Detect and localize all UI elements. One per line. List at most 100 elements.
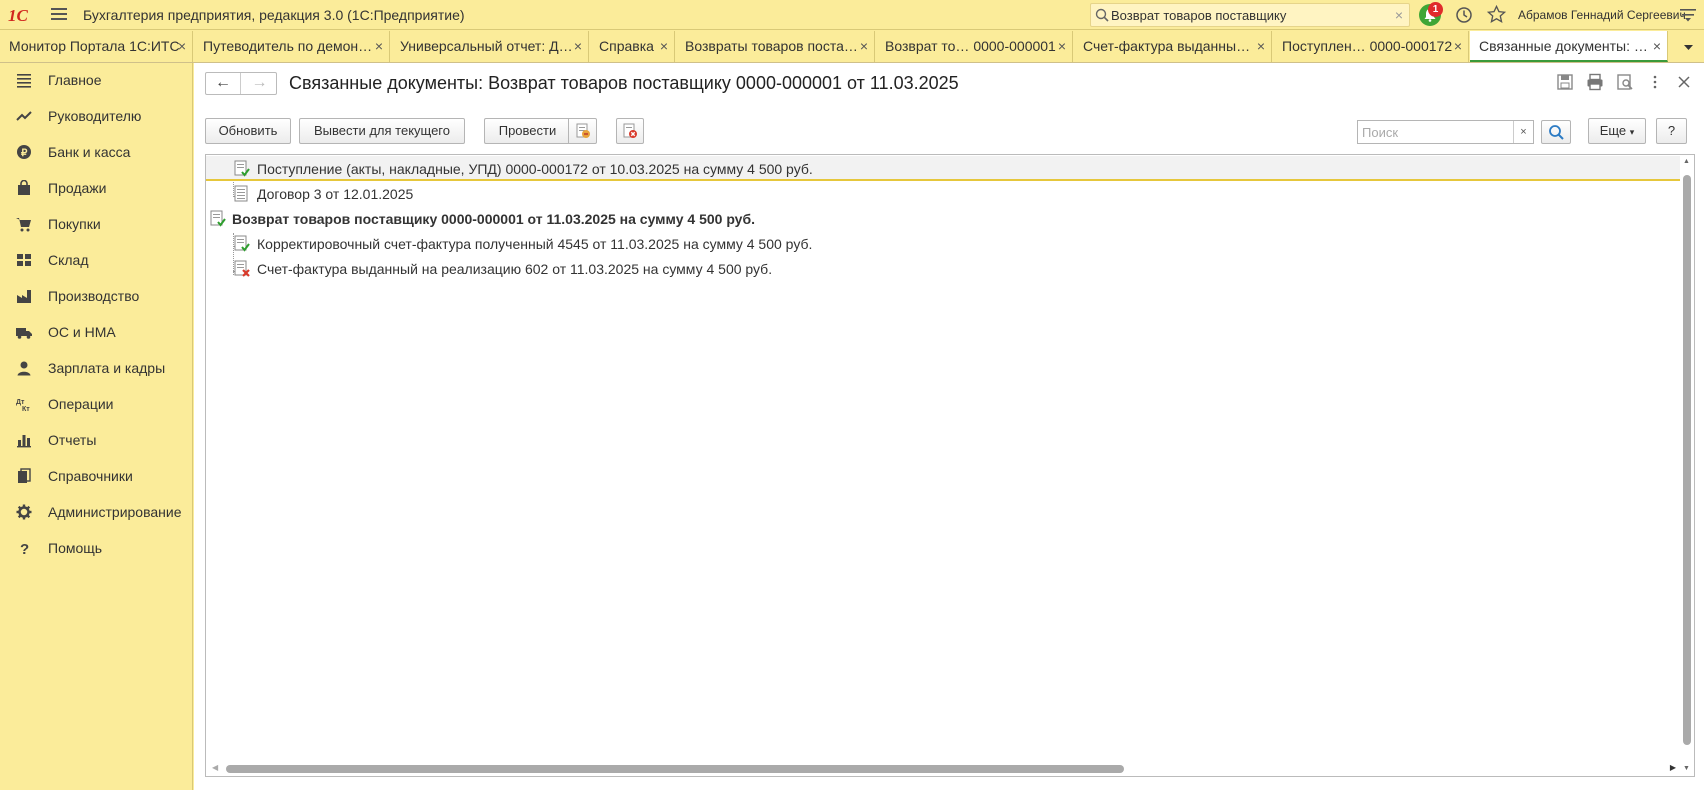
scroll-left-icon[interactable]: ◀ bbox=[212, 763, 218, 772]
sidebar-item-label: Главное bbox=[48, 72, 102, 88]
gear-icon bbox=[16, 504, 32, 520]
related-documents-tree[interactable]: Поступление (акты, накладные, УПД) 0000-… bbox=[205, 154, 1695, 777]
tab-invoice-issued[interactable]: Счет-фактура выданны… × bbox=[1074, 31, 1272, 62]
save-icon[interactable] bbox=[1556, 73, 1574, 91]
sidebar-item-payroll[interactable]: Зарплата и кадры bbox=[0, 351, 193, 385]
tree-row[interactable]: Договор 3 от 12.01.2025 bbox=[206, 181, 1680, 206]
sidebar-item-label: Продажи bbox=[48, 180, 107, 196]
sidebar-item-bank[interactable]: ₽ Банк и касса bbox=[0, 135, 193, 169]
books-icon bbox=[18, 468, 31, 483]
tab-label: Универсальный отчет: Д… bbox=[400, 38, 573, 54]
tab-portal-monitor[interactable]: Монитор Портала 1С:ИТС × bbox=[0, 31, 193, 62]
tab-label: Возвраты товаров поста… bbox=[685, 38, 858, 54]
unpost-button[interactable] bbox=[568, 118, 597, 144]
sidebar-item-help[interactable]: ? Помощь bbox=[0, 531, 193, 565]
factory-icon bbox=[17, 290, 31, 303]
tab-returns-list[interactable]: Возвраты товаров поста… × bbox=[676, 31, 875, 62]
close-icon[interactable]: × bbox=[1058, 38, 1066, 54]
tree-row[interactable]: Счет-фактура выданный на реализацию 602 … bbox=[206, 256, 1680, 281]
close-form-icon[interactable] bbox=[1675, 73, 1693, 91]
scroll-thumb[interactable] bbox=[226, 765, 1124, 773]
tab-help[interactable]: Справка × bbox=[590, 31, 675, 62]
sidebar-item-label: ОС и НМА bbox=[48, 324, 116, 340]
help-button[interactable]: ? bbox=[1656, 118, 1687, 144]
close-icon[interactable]: × bbox=[660, 38, 668, 54]
close-icon[interactable]: × bbox=[1454, 38, 1462, 54]
back-arrow-icon[interactable]: ← bbox=[206, 73, 241, 94]
forward-arrow-icon[interactable]: → bbox=[242, 73, 277, 94]
svg-text:Кт: Кт bbox=[22, 406, 30, 412]
close-icon[interactable]: × bbox=[860, 38, 868, 54]
sidebar-item-admin[interactable]: Администрирование bbox=[0, 495, 193, 529]
close-icon[interactable]: × bbox=[375, 38, 383, 54]
tab-return-doc[interactable]: Возврат то… 0000-000001 × bbox=[876, 31, 1073, 62]
more-vertical-icon[interactable] bbox=[1646, 73, 1664, 91]
tree-row[interactable]: Корректировочный счет-фактура полученный… bbox=[206, 231, 1680, 256]
preview-icon[interactable] bbox=[1616, 73, 1634, 91]
sidebar-item-sales[interactable]: Продажи bbox=[0, 171, 193, 205]
sidebar-item-fixed-assets[interactable]: ОС и НМА bbox=[0, 315, 193, 349]
sidebar-item-warehouse[interactable]: Склад bbox=[0, 243, 193, 277]
post-button[interactable]: Провести bbox=[484, 118, 570, 144]
main-menu-icon[interactable] bbox=[51, 8, 67, 22]
sidebar-item-catalogs[interactable]: Справочники bbox=[0, 459, 193, 493]
menu-lines-icon bbox=[17, 74, 31, 88]
scroll-right-icon[interactable]: ▶ bbox=[1670, 763, 1676, 772]
sidebar-item-label: Склад bbox=[48, 252, 89, 268]
chevron-down-icon: ▾ bbox=[1629, 127, 1635, 137]
sidebar-item-main[interactable]: Главное bbox=[0, 63, 193, 97]
refresh-button[interactable]: Обновить bbox=[205, 118, 291, 144]
tab-label: Поступлен… 0000-000172 bbox=[1282, 38, 1453, 54]
document-delete-icon bbox=[623, 123, 637, 138]
tree-row[interactable]: Поступление (акты, накладные, УПД) 0000-… bbox=[206, 156, 1680, 181]
print-icon[interactable] bbox=[1586, 73, 1604, 91]
settings-menu-icon[interactable] bbox=[1680, 8, 1696, 22]
search-input[interactable]: Поиск × bbox=[1357, 120, 1534, 144]
close-icon[interactable]: × bbox=[1257, 38, 1265, 54]
tab-label: Возврат то… 0000-000001 bbox=[885, 38, 1056, 54]
scroll-up-icon[interactable]: ▲ bbox=[1683, 158, 1690, 165]
global-search-value: Возврат товаров поставщику bbox=[1111, 8, 1287, 23]
tab-universal-report[interactable]: Универсальный отчет: Д… × bbox=[391, 31, 589, 62]
search-options-button[interactable] bbox=[1541, 120, 1571, 144]
sidebar-item-production[interactable]: Производство bbox=[0, 279, 193, 313]
bag-icon bbox=[18, 180, 30, 195]
clear-search-button[interactable]: × bbox=[1513, 121, 1533, 143]
close-icon[interactable]: × bbox=[574, 38, 582, 54]
show-for-current-button[interactable]: Вывести для текущего bbox=[299, 118, 465, 144]
sections-sidebar: Главное Руководителю ₽ Банк и касса Прод… bbox=[0, 63, 193, 790]
coin-icon: ₽ bbox=[17, 145, 31, 159]
more-actions-button[interactable]: Еще ▾ bbox=[1588, 118, 1646, 144]
vertical-scrollbar[interactable]: ▲ ▼ bbox=[1680, 155, 1694, 776]
tab-demo-guide[interactable]: Путеводитель по демон… × bbox=[194, 31, 390, 62]
clear-search-icon[interactable]: × bbox=[1395, 7, 1403, 23]
sidebar-item-operations[interactable]: Дт Кт Операции bbox=[0, 387, 193, 421]
tab-receipt-doc[interactable]: Поступлен… 0000-000172 × bbox=[1273, 31, 1469, 62]
app-logo[interactable]: 1С bbox=[8, 6, 40, 25]
sidebar-item-label: Банк и касса bbox=[48, 144, 131, 160]
sidebar-item-purchases[interactable]: Покупки bbox=[0, 207, 193, 241]
sidebar-item-reports[interactable]: Отчеты bbox=[0, 423, 193, 457]
scroll-down-icon[interactable]: ▼ bbox=[1683, 765, 1690, 772]
favorites-star-icon[interactable] bbox=[1487, 5, 1506, 24]
tab-related-documents[interactable]: Связанные документы: … × bbox=[1470, 31, 1668, 62]
scroll-thumb[interactable] bbox=[1683, 175, 1691, 745]
document-posted-icon bbox=[234, 160, 250, 177]
horizontal-scrollbar[interactable]: ◀ ▶ bbox=[206, 762, 1680, 776]
global-search-input[interactable]: Возврат товаров поставщику × bbox=[1090, 3, 1410, 27]
search-placeholder: Поиск bbox=[1362, 125, 1399, 140]
sidebar-item-label: Операции bbox=[48, 396, 114, 412]
mark-deletion-button[interactable] bbox=[616, 118, 644, 144]
close-icon[interactable]: × bbox=[178, 38, 186, 54]
sidebar-item-director[interactable]: Руководителю bbox=[0, 99, 193, 133]
tabs-dropdown-button[interactable] bbox=[1673, 31, 1704, 62]
tab-label: Счет-фактура выданны… bbox=[1083, 38, 1251, 54]
navigation-buttons: ← → bbox=[205, 72, 277, 95]
history-icon[interactable] bbox=[1455, 6, 1473, 24]
user-name[interactable]: Абрамов Геннадий Сергеевич bbox=[1518, 8, 1686, 22]
sidebar-item-label: Справочники bbox=[48, 468, 133, 484]
cart-icon bbox=[16, 218, 31, 232]
tree-row-text: Корректировочный счет-фактура полученный… bbox=[257, 236, 813, 252]
tree-row[interactable]: Возврат товаров поставщику 0000-000001 о… bbox=[206, 206, 1680, 231]
close-icon[interactable]: × bbox=[1653, 38, 1661, 54]
